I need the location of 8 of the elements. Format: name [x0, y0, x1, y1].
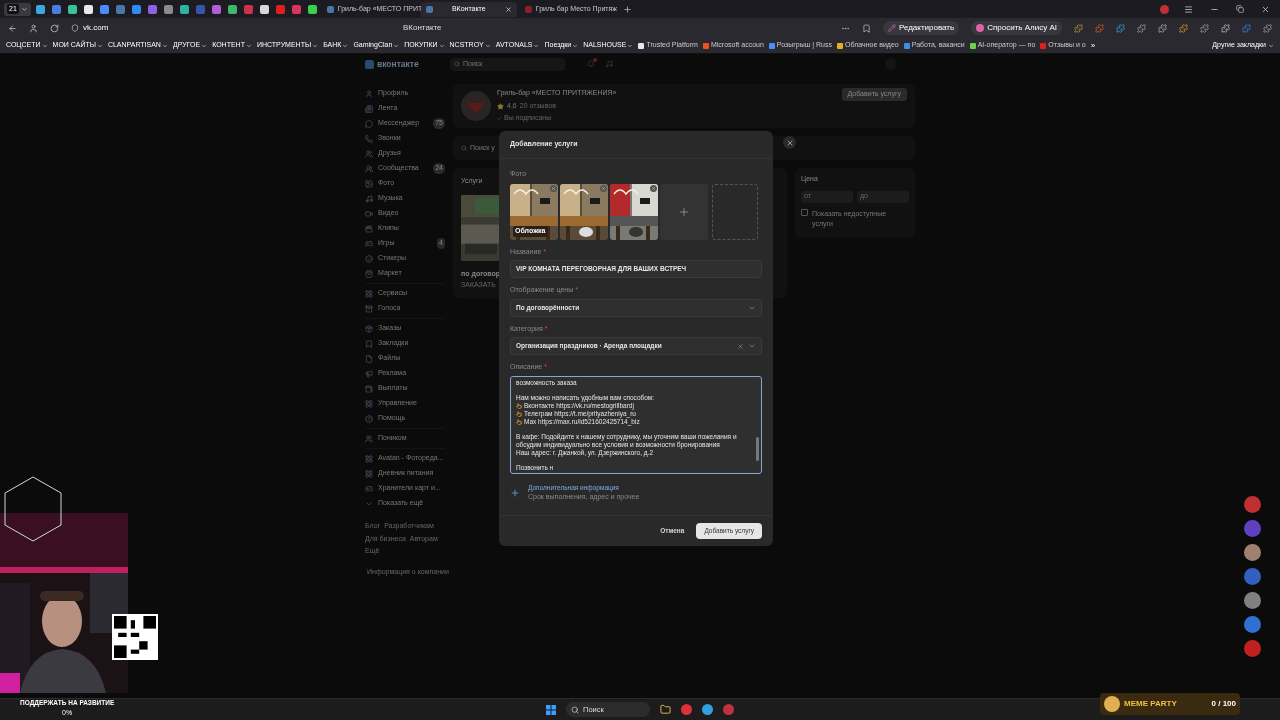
site-logo: вконтакте	[377, 57, 419, 71]
meme-party-title: MEME PARTY	[1124, 698, 1177, 710]
page-title: ВКонтакте	[403, 22, 442, 34]
address-field[interactable]: vk.com	[83, 22, 109, 34]
toolbar-button[interactable]: Спросить Алису AI	[971, 21, 1062, 35]
more-bookmarks-button[interactable]: »	[1090, 39, 1096, 52]
meme-party-count: 0 / 100	[1211, 698, 1236, 710]
toolbar-button[interactable]: Редактировать	[882, 21, 960, 35]
